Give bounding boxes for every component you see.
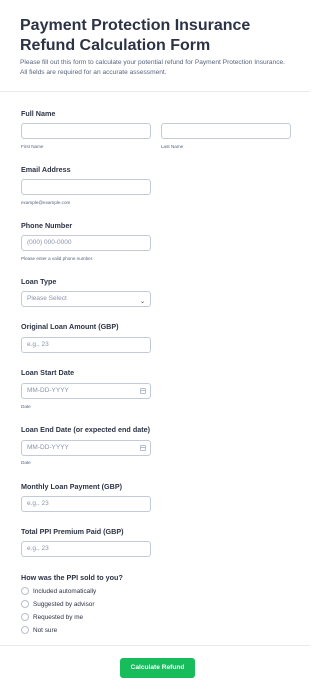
loan-start-input[interactable]: MM-DD-YYYY xyxy=(21,383,151,399)
loan-end-sublabel: Date xyxy=(21,460,31,465)
monthly-payment-label: Monthly Loan Payment (GBP) xyxy=(21,482,123,491)
monthly-payment-input[interactable]: e.g., 23 xyxy=(21,496,151,512)
email-sublabel: example@example.com xyxy=(21,200,71,205)
footer-divider xyxy=(0,645,310,646)
radio-circle[interactable] xyxy=(21,613,29,621)
full-name-label: Full Name xyxy=(21,109,56,118)
loan-end-label: Loan End Date (or expected end date) xyxy=(21,425,150,434)
original-loan-label: Original Loan Amount (GBP) xyxy=(21,322,119,331)
phone-sublabel: Please enter a valid phone number. xyxy=(21,256,94,261)
radio-label: Requested by me xyxy=(33,614,84,621)
radio-circle[interactable] xyxy=(21,600,29,608)
phone-input[interactable]: (000) 000-0000 xyxy=(21,235,151,251)
last-name-input[interactable] xyxy=(161,123,291,139)
ppi-premium-input[interactable]: e.g., 23 xyxy=(21,541,151,557)
ppi-premium-label: Total PPI Premium Paid (GBP) xyxy=(21,527,124,536)
calculate-refund-button[interactable]: Calculate Refund xyxy=(120,658,195,678)
loan-type-selected: Please Select xyxy=(27,295,67,302)
original-loan-input[interactable]: e.g., 23 xyxy=(21,337,151,353)
radio-label: Included automatically xyxy=(33,588,97,595)
calendar-icon[interactable] xyxy=(140,445,146,451)
radio-label: Suggested by advisor xyxy=(33,601,95,608)
radio-circle[interactable] xyxy=(21,587,29,595)
email-label: Email Address xyxy=(21,165,71,174)
loan-end-input[interactable]: MM-DD-YYYY xyxy=(21,440,151,456)
chevron-down-icon: ⌄ xyxy=(139,299,145,305)
loan-end-placeholder: MM-DD-YYYY xyxy=(27,444,69,451)
loan-start-sublabel: Date xyxy=(21,404,31,409)
radio-circle[interactable] xyxy=(21,626,29,634)
loan-start-placeholder: MM-DD-YYYY xyxy=(27,387,69,394)
email-input[interactable] xyxy=(21,179,151,195)
loan-type-select[interactable]: Please Select ⌄ xyxy=(21,291,151,307)
loan-type-label: Loan Type xyxy=(21,277,57,286)
phone-label: Phone Number xyxy=(21,221,73,230)
loan-start-label: Loan Start Date xyxy=(21,368,75,377)
first-name-sublabel: First Name xyxy=(21,144,44,149)
ppi-sold-label: How was the PPI sold to you? xyxy=(21,573,123,582)
radio-label: Not sure xyxy=(33,627,58,634)
form-title: Payment Protection Insurance Refund Calc… xyxy=(20,17,251,54)
calendar-icon[interactable] xyxy=(140,388,146,394)
form-header: Payment Protection Insurance Refund Calc… xyxy=(0,0,310,92)
first-name-input[interactable] xyxy=(21,123,151,139)
last-name-sublabel: Last Name xyxy=(161,144,184,149)
form-description: Please fill out this form to calculate y… xyxy=(20,59,285,76)
